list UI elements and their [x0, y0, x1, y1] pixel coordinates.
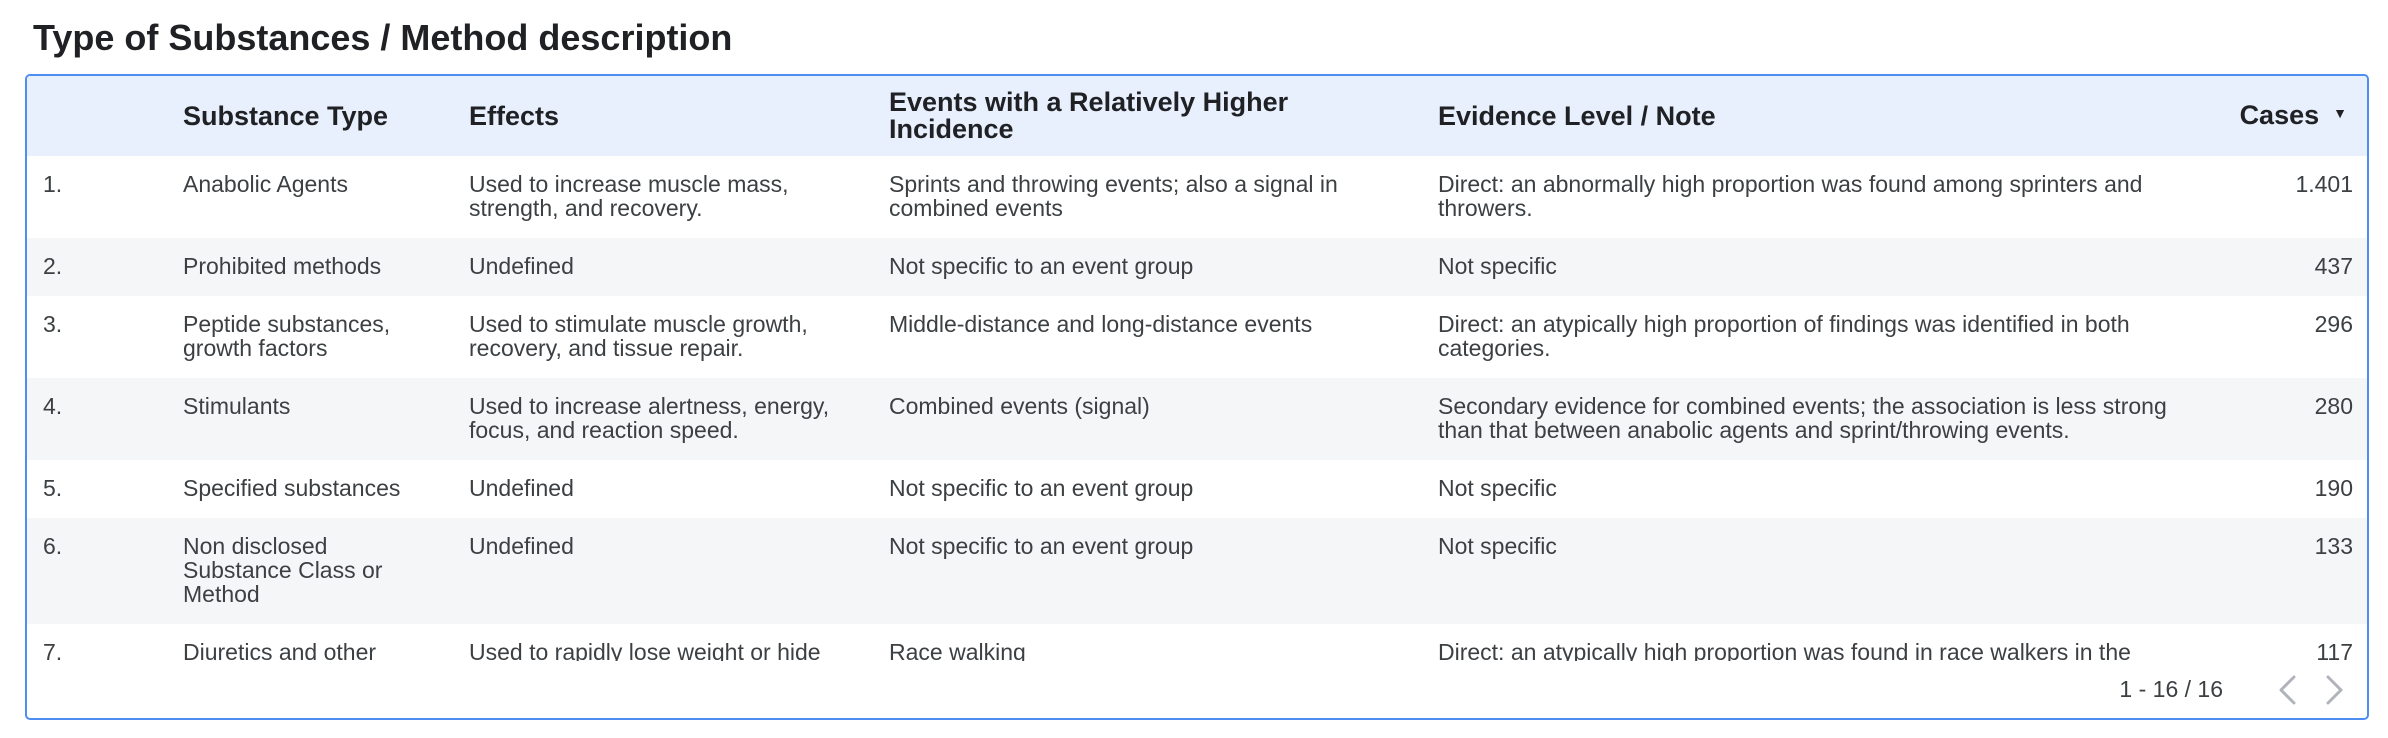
- cell-evidence: Not specific: [1438, 475, 1557, 501]
- header-substance-type[interactable]: Substance Type: [169, 76, 455, 156]
- cell-index: 5.: [43, 475, 63, 501]
- cell-effects: Undefined: [469, 533, 574, 559]
- caret-down-icon[interactable]: ▼: [2333, 100, 2347, 127]
- substances-table: Substance Type Effects Events with a Rel…: [27, 76, 2367, 661]
- table-row[interactable]: 4. Stimulants Used to increase alertness, …: [27, 378, 2367, 460]
- table-row[interactable]: 7. Diuretics and other Used to rapidly los…: [27, 624, 2367, 661]
- cell-effects: Used to rapidly lose weight or hide: [469, 639, 821, 661]
- cell-cases: 280: [2314, 393, 2353, 419]
- cell-substance-type: Stimulants: [183, 393, 291, 419]
- cell-substance-type: Prohibited methods: [183, 253, 382, 279]
- chevron-left-icon: [2279, 675, 2296, 704]
- cell-events: Not specific to an event group: [889, 533, 1194, 559]
- cell-substance-type: Non disclosed Substance Class or Method: [183, 533, 383, 607]
- cell-index: 4.: [43, 393, 63, 419]
- cell-index: 7.: [43, 639, 63, 661]
- prev-page-button[interactable]: [2263, 666, 2311, 714]
- cell-events: Sprints and throwing events; also a sign…: [889, 171, 1338, 221]
- cell-index: 3.: [43, 311, 63, 337]
- cell-events: Not specific to an event group: [889, 253, 1194, 279]
- cell-evidence: Not specific: [1438, 253, 1557, 279]
- table-row[interactable]: 2. Prohibited methods Undefined Not specifi…: [27, 238, 2367, 296]
- cell-events: Not specific to an event group: [889, 475, 1194, 501]
- cell-effects: Used to increase muscle mass, strength, …: [469, 171, 789, 221]
- pagination-range: 1 - 16 / 16: [2119, 676, 2223, 702]
- data-table: Substance Type Effects Events with a Rel…: [25, 74, 2369, 720]
- page-title: Type of Substances / Method description: [33, 17, 733, 58]
- table-row[interactable]: 5. Specified substances Undefined Not speci…: [27, 460, 2367, 518]
- cell-effects: Undefined: [469, 475, 574, 501]
- cell-cases: 190: [2314, 475, 2353, 501]
- cell-effects: Undefined: [469, 253, 574, 279]
- header-effects[interactable]: Effects: [455, 76, 875, 156]
- table-row[interactable]: 3. Peptide substances, growth factors Used…: [27, 296, 2367, 378]
- header-evidence[interactable]: Evidence Level / Note: [1424, 76, 2197, 156]
- cell-substance-type: Anabolic Agents: [183, 171, 348, 197]
- cell-evidence: Direct: an abnormally high proportion wa…: [1438, 171, 2143, 221]
- cell-cases: 1.401: [2295, 171, 2353, 197]
- cell-events: Combined events (signal): [889, 393, 1150, 419]
- header-events[interactable]: Events with a Relatively Higher Incidenc…: [875, 76, 1424, 156]
- cell-substance-type: Specified substances: [183, 475, 401, 501]
- cell-index: 2.: [43, 253, 63, 279]
- cell-substance-type: Diuretics and other: [183, 639, 377, 661]
- pagination: 1 - 16 / 16: [1767, 661, 2367, 718]
- cell-cases: 296: [2314, 311, 2353, 337]
- cell-evidence: Secondary evidence for combined events; …: [1438, 393, 2167, 443]
- cell-events: Middle-distance and long-distance events: [889, 311, 1313, 337]
- cell-cases: 117: [2316, 639, 2353, 661]
- cell-cases: 133: [2314, 533, 2353, 559]
- cell-cases: 437: [2314, 253, 2353, 279]
- header-cases-label: Cases: [2239, 99, 2320, 130]
- cell-events: Race walking: [889, 639, 1026, 661]
- cell-index: 1.: [43, 171, 63, 197]
- cell-evidence: Direct: an atypically high proportion wa…: [1438, 639, 2131, 661]
- chevron-right-icon: [2326, 675, 2343, 704]
- header-cases[interactable]: Cases ▼: [2197, 76, 2367, 156]
- next-page-button[interactable]: [2311, 666, 2359, 714]
- header-index: [27, 76, 169, 156]
- table-header-row: Substance Type Effects Events with a Rel…: [27, 76, 2367, 156]
- table-row[interactable]: 6. Non disclosed Substance Class or Metho…: [27, 518, 2367, 624]
- table-row[interactable]: 1. Anabolic Agents Used to increase muscle…: [27, 156, 2367, 238]
- cell-substance-type: Peptide substances, growth factors: [183, 311, 391, 361]
- cell-effects: Used to increase alertness, energy, focu…: [469, 393, 830, 443]
- cell-evidence: Not specific: [1438, 533, 1557, 559]
- cell-evidence: Direct: an atypically high proportion of…: [1438, 311, 2130, 361]
- cell-effects: Used to stimulate muscle growth, recover…: [469, 311, 808, 361]
- cell-index: 6.: [43, 533, 63, 559]
- table-scroll-area[interactable]: Substance Type Effects Events with a Rel…: [27, 76, 2367, 661]
